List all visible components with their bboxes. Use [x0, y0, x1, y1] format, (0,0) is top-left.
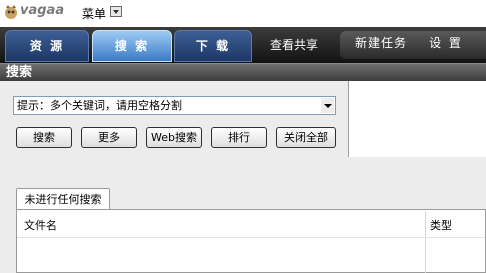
tab-view-share[interactable]: 查看共享	[256, 30, 332, 62]
new-task-button[interactable]: 新建任务	[346, 30, 416, 56]
chevron-down-icon[interactable]	[321, 98, 334, 113]
tab-resources[interactable]: 资 源	[5, 30, 89, 62]
search-button[interactable]: 搜索	[16, 127, 72, 148]
menu-dropdown-icon[interactable]	[110, 6, 122, 17]
tab-search[interactable]: 搜 索	[92, 30, 172, 62]
column-header-filename[interactable]: 文件名	[24, 217, 57, 233]
menu-label[interactable]: 菜单	[82, 5, 106, 22]
settings-button[interactable]: 设 置	[424, 30, 468, 56]
list-header-divider	[17, 237, 485, 238]
app-logo-text: vagaa	[20, 3, 65, 18]
search-side-area	[350, 81, 486, 157]
web-search-button[interactable]: Web搜索	[146, 127, 202, 148]
title-bar: vagaa 菜单	[0, 0, 486, 27]
column-header-type[interactable]: 类型	[430, 217, 452, 233]
main-nav-bar: 资 源 搜 索 下 载 查看共享 新建任务 设 置	[0, 27, 486, 63]
ranking-button[interactable]: 排行	[211, 127, 267, 148]
search-keyword-combobox[interactable]: 提示：多个关键词，请用空格分割	[13, 96, 336, 115]
vagaa-logo-icon	[5, 5, 17, 19]
search-section-title: 搜索	[6, 65, 33, 80]
search-section-header: 搜索	[0, 63, 486, 81]
close-all-button[interactable]: 关闭全部	[276, 127, 336, 148]
search-input[interactable]: 提示：多个关键词，请用空格分割	[17, 98, 182, 113]
column-divider[interactable]	[425, 211, 426, 273]
more-button[interactable]: 更多	[81, 127, 137, 148]
results-list[interactable]	[16, 209, 486, 273]
tab-download[interactable]: 下 载	[174, 30, 252, 62]
tab-search-results[interactable]: 未进行任何搜索	[16, 188, 110, 210]
